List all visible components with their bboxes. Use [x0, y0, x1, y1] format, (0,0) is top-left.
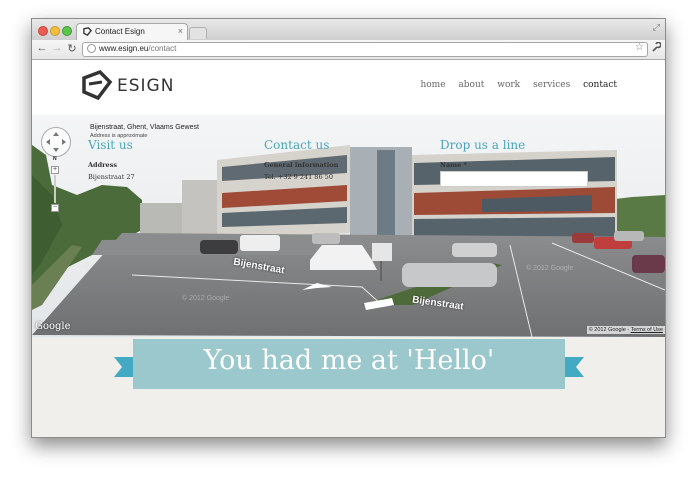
pan-control[interactable] [41, 127, 71, 157]
name-input[interactable] [440, 171, 588, 187]
address-bar[interactable]: www.esign.eu/contact ☆ [82, 42, 648, 57]
compass-north-label: N [53, 156, 57, 162]
watermark: © 2012 Google [182, 295, 230, 302]
street-view-address: Bijenstraat, Ghent, Vlaams Gewest [90, 124, 199, 131]
nav-work[interactable]: work [497, 80, 520, 90]
zoom-slider[interactable] [54, 175, 56, 203]
logo-text: ESIGN [117, 76, 175, 96]
minimize-window-button[interactable] [50, 26, 60, 36]
back-button[interactable]: ← [36, 42, 48, 54]
visit-address-label: Address [88, 161, 118, 169]
browser-toolbar: ← → ↻ www.esign.eu/contact ☆ [32, 40, 665, 60]
reload-button[interactable]: ↻ [66, 42, 78, 55]
zoom-in-button[interactable]: + [51, 166, 59, 174]
main-nav: home about work services contact [410, 80, 617, 90]
nav-about[interactable]: about [458, 80, 484, 90]
google-logo: Google [35, 321, 71, 332]
general-info-label: General information [264, 161, 339, 169]
nav-contact[interactable]: contact [583, 80, 617, 90]
nav-services[interactable]: services [533, 80, 570, 90]
page-icon [87, 44, 96, 53]
web-page: ESIGN home about work services contact B… [32, 60, 665, 437]
browser-tab[interactable]: Contact Esign × [76, 23, 188, 41]
esign-favicon-icon [83, 27, 92, 36]
forward-button[interactable]: → [51, 42, 63, 54]
tab-title: Contact Esign [95, 27, 145, 36]
visit-us-title: Visit us [88, 138, 133, 152]
name-field-label: Name * [440, 161, 467, 169]
nav-home[interactable]: home [420, 80, 445, 90]
fullscreen-icon[interactable]: ⤢ [653, 22, 660, 33]
esign-logo-mark-icon [82, 69, 113, 100]
tab-bar: Contact Esign × ⤢ [32, 19, 665, 41]
wrench-menu-icon[interactable] [651, 41, 662, 55]
bookmark-star-icon[interactable]: ☆ [635, 42, 644, 53]
copyright-text: © 2012 Google - [588, 327, 631, 333]
close-window-button[interactable] [38, 26, 48, 36]
url-path: /contact [148, 44, 177, 53]
url-text: www.esign.eu/contact [99, 44, 176, 53]
tab-close-icon[interactable]: × [178, 26, 183, 36]
hello-banner: You had me at 'Hello' [114, 339, 584, 389]
street-view-copyright: © 2012 Google - Terms of Use [586, 326, 665, 334]
compass-arrows-icon [46, 132, 66, 152]
zoom-control: + − [51, 166, 59, 216]
zoom-out-button[interactable]: − [51, 204, 59, 212]
drop-us-a-line-title: Drop us a line [440, 138, 526, 152]
new-tab-button[interactable] [189, 27, 207, 39]
terms-of-use-link[interactable]: Terms of Use [631, 327, 663, 333]
zoom-window-button[interactable] [62, 26, 72, 36]
browser-window: Contact Esign × ⤢ ← → ↻ www.esign.eu/con… [31, 18, 666, 438]
watermark: © 2012 Google [526, 265, 574, 272]
banner-text: You had me at 'Hello' [203, 345, 495, 376]
phone-line: Tel. +32 9 241 86 50 [264, 173, 333, 181]
contact-us-title: Contact us [264, 138, 330, 152]
visit-address-line: Bijenstraat 27 [88, 173, 135, 181]
url-host: www.esign.eu [99, 44, 149, 53]
